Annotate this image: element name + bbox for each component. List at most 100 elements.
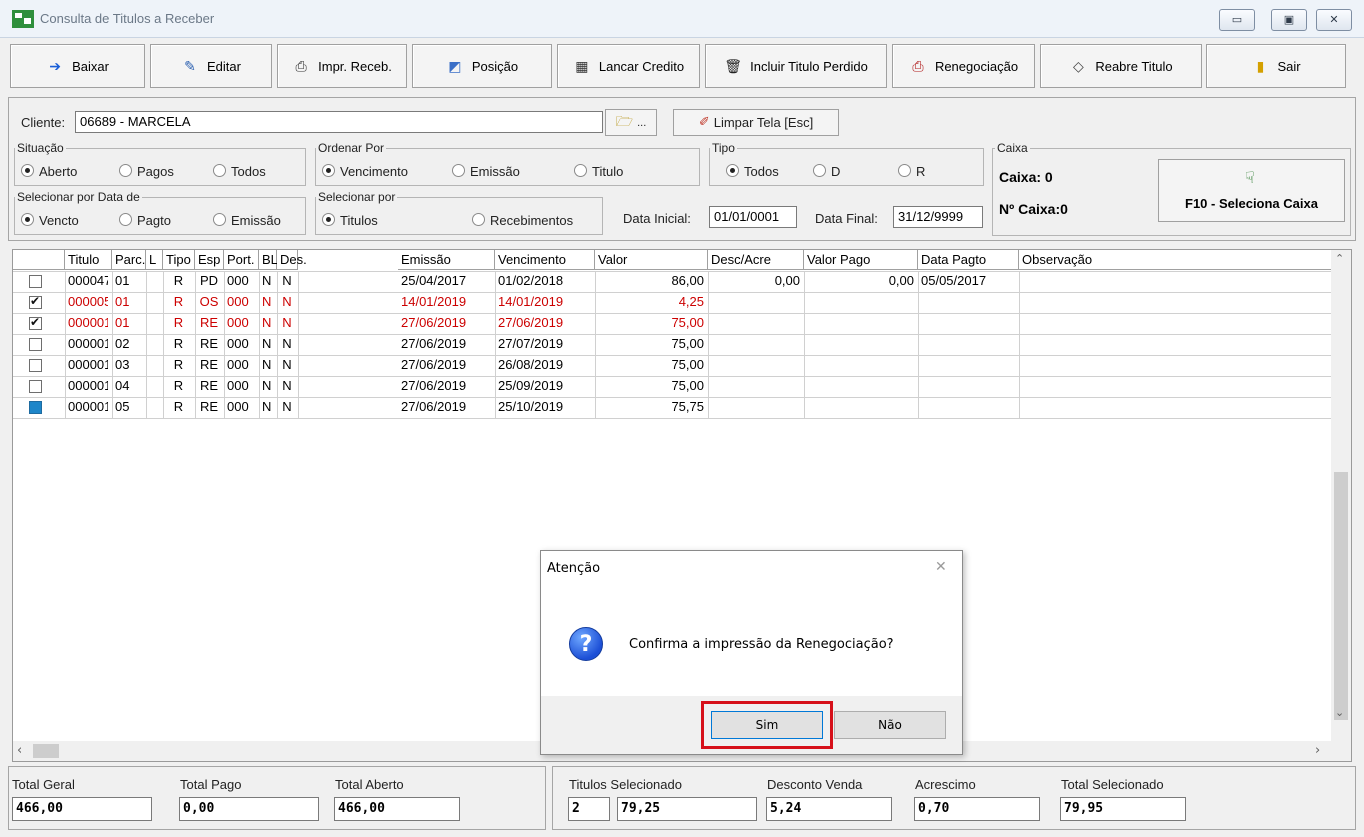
column-header[interactable]: Emissão: [398, 250, 495, 270]
radio-recebimentos[interactable]: Recebimentos: [472, 213, 573, 228]
limpar-tela-button[interactable]: ✐ Limpar Tela [Esc]: [673, 109, 839, 136]
cliente-input[interactable]: 06689 - MARCELA: [75, 111, 603, 133]
column-header[interactable]: Desc/Acre: [708, 250, 804, 270]
table-row[interactable]: 0000011 02 R RE 000 NN 27/06/2019 27/07/2019 75,…: [13, 334, 1331, 355]
scroll-thumb[interactable]: [1334, 472, 1348, 720]
column-header[interactable]: BL: [259, 250, 278, 270]
radio-tipo-todos[interactable]: Todos: [726, 164, 779, 179]
table-cell: 0000472: [68, 273, 108, 288]
reabre-titulo-button[interactable]: ◇ Reabre Titulo: [1040, 44, 1202, 88]
table-cell: 01/02/2018: [498, 273, 564, 288]
radio-pagto[interactable]: Pagto: [119, 213, 171, 228]
renegociacao-button[interactable]: ⎙ Renegociação: [892, 44, 1035, 88]
sair-button[interactable]: ▮ Sair: [1206, 44, 1346, 88]
table-cell: 04: [115, 378, 130, 393]
table-row[interactable]: 0000472 01 R PD 000 NN 25/04/2017 01/02/2018 86,…: [13, 271, 1331, 292]
column-header[interactable]: Parc.: [112, 250, 146, 270]
posicao-button[interactable]: ◩ Posição: [412, 44, 552, 88]
incluir-titulo-perdido-icon: 🗑: [724, 58, 742, 74]
vertical-scrollbar[interactable]: ⌃ ⌄: [1331, 250, 1351, 761]
table-row[interactable]: 0000054 01 R OS 000 NN 14/01/2019 14/01/2019 4,2…: [13, 292, 1331, 313]
row-checkbox[interactable]: [29, 359, 42, 372]
scroll-right-icon[interactable]: ›: [1315, 743, 1320, 758]
row-checkbox[interactable]: [29, 338, 42, 351]
radio-todos[interactable]: Todos: [213, 164, 266, 179]
nao-button[interactable]: Não: [834, 711, 946, 739]
scroll-left-icon[interactable]: ‹: [17, 743, 22, 758]
grid-line: [495, 271, 496, 418]
table-row[interactable]: 0000011 04 R RE 000 NN 27/06/2019 25/09/2019 75,…: [13, 376, 1331, 397]
browse-cliente-button[interactable]: 🗁 ...: [605, 109, 657, 136]
lancar-credito-label: Lancar Credito: [598, 58, 685, 74]
table-cell: 0,00: [888, 273, 914, 288]
radio-vencto[interactable]: Vencto: [21, 213, 79, 228]
radio-emissao[interactable]: Emissão: [452, 164, 520, 179]
minimize-button[interactable]: ▭: [1219, 9, 1255, 31]
table-row[interactable]: 0000011 03 R RE 000 NN 27/06/2019 26/08/2019 75,…: [13, 355, 1331, 376]
column-header[interactable]: Esp: [195, 250, 224, 270]
radio-pagos[interactable]: Pagos: [119, 164, 174, 179]
editar-button[interactable]: ✎ Editar: [150, 44, 272, 88]
table-row[interactable]: 0000011 01 R RE 000 NN 27/06/2019 27/06/2019 75,…: [13, 313, 1331, 334]
table-cell: 27/06/2019: [401, 378, 467, 393]
column-header[interactable]: Port.: [224, 250, 259, 270]
radio-aberto[interactable]: Aberto: [21, 164, 77, 179]
hscroll-thumb[interactable]: [33, 744, 59, 758]
sim-button[interactable]: Sim: [711, 711, 823, 739]
incluir-titulo-perdido-button[interactable]: 🗑 Incluir Titulo Perdido: [705, 44, 887, 88]
table-cell: 0000011: [68, 378, 108, 393]
radio-tipo-d[interactable]: D: [813, 164, 840, 179]
row-checkbox[interactable]: [29, 294, 42, 309]
column-header[interactable]: Tipo: [163, 250, 195, 270]
baixar-icon: ➔: [49, 58, 61, 74]
column-header[interactable]: Valor Pago: [804, 250, 918, 270]
radio-data-emissao[interactable]: Emissão: [213, 213, 281, 228]
column-header[interactable]: Valor: [595, 250, 708, 270]
scroll-down-icon[interactable]: ⌄: [1335, 706, 1344, 719]
table-cell: 01: [115, 315, 130, 330]
table-cell: R: [173, 378, 184, 393]
desconto-venda-label: Desconto Venda: [767, 777, 863, 792]
lancar-credito-button[interactable]: ▦ Lancar Credito: [557, 44, 700, 88]
selection-totals-panel: Titulos Selecionado 2 79,25 Desconto Ven…: [552, 766, 1356, 830]
table-cell: 0000011: [68, 357, 108, 372]
column-header[interactable]: Titulo: [65, 250, 112, 270]
caixa-title: Caixa: [995, 141, 1030, 155]
dialog-close-icon[interactable]: ✕: [935, 559, 947, 575]
caixa-value: Caixa: 0: [999, 169, 1053, 185]
data-final-input[interactable]: 31/12/9999: [893, 206, 983, 228]
radio-tipo-r[interactable]: R: [898, 164, 925, 179]
impr-receb-button[interactable]: ⎙ Impr. Receb.: [277, 44, 407, 88]
column-header[interactable]: Vencimento: [495, 250, 595, 270]
selecionar-por-group: Selecionar por Titulos Recebimentos: [315, 190, 603, 235]
grid-line: [277, 271, 278, 418]
table-row[interactable]: 0000011 05 R RE 000 NN 27/06/2019 25/10/2019 75,…: [13, 397, 1331, 418]
column-header[interactable]: L: [146, 250, 163, 270]
row-checkbox[interactable]: [29, 380, 42, 393]
column-header[interactable]: Des.: [277, 250, 307, 270]
radio-titulos[interactable]: Titulos: [322, 213, 378, 228]
data-inicial-input[interactable]: 01/01/0001: [709, 206, 797, 228]
seleciona-caixa-button[interactable]: ☟ F10 - Seleciona Caixa: [1158, 159, 1345, 222]
grid-line: [112, 271, 113, 418]
scroll-up-icon[interactable]: ⌃: [1335, 252, 1344, 265]
radio-vencimento[interactable]: Vencimento: [322, 164, 408, 179]
column-header[interactable]: Observação: [1019, 250, 1331, 270]
baixar-button[interactable]: ➔ Baixar: [10, 44, 145, 88]
maximize-button[interactable]: ▣: [1271, 9, 1307, 31]
table-cell: 27/06/2019: [401, 315, 467, 330]
column-header[interactable]: Data Pagto: [918, 250, 1019, 270]
close-window-button[interactable]: ✕: [1316, 9, 1352, 31]
radio-titulo[interactable]: Titulo: [574, 164, 623, 179]
row-checkbox[interactable]: [29, 275, 42, 288]
grid-line: [13, 292, 1331, 293]
seleciona-caixa-label: F10 - Seleciona Caixa: [1185, 196, 1318, 211]
data-de-title: Selecionar por Data de: [15, 190, 142, 204]
table-cell: 4,25: [678, 294, 704, 309]
table-cell: 0000011: [68, 315, 108, 330]
titulos-selecionado-count: 2: [568, 797, 610, 821]
table-cell: N: [262, 378, 272, 393]
row-checkbox[interactable]: [29, 315, 42, 330]
row-checkbox[interactable]: [29, 401, 42, 414]
hand-icon: ☟: [1245, 168, 1255, 187]
